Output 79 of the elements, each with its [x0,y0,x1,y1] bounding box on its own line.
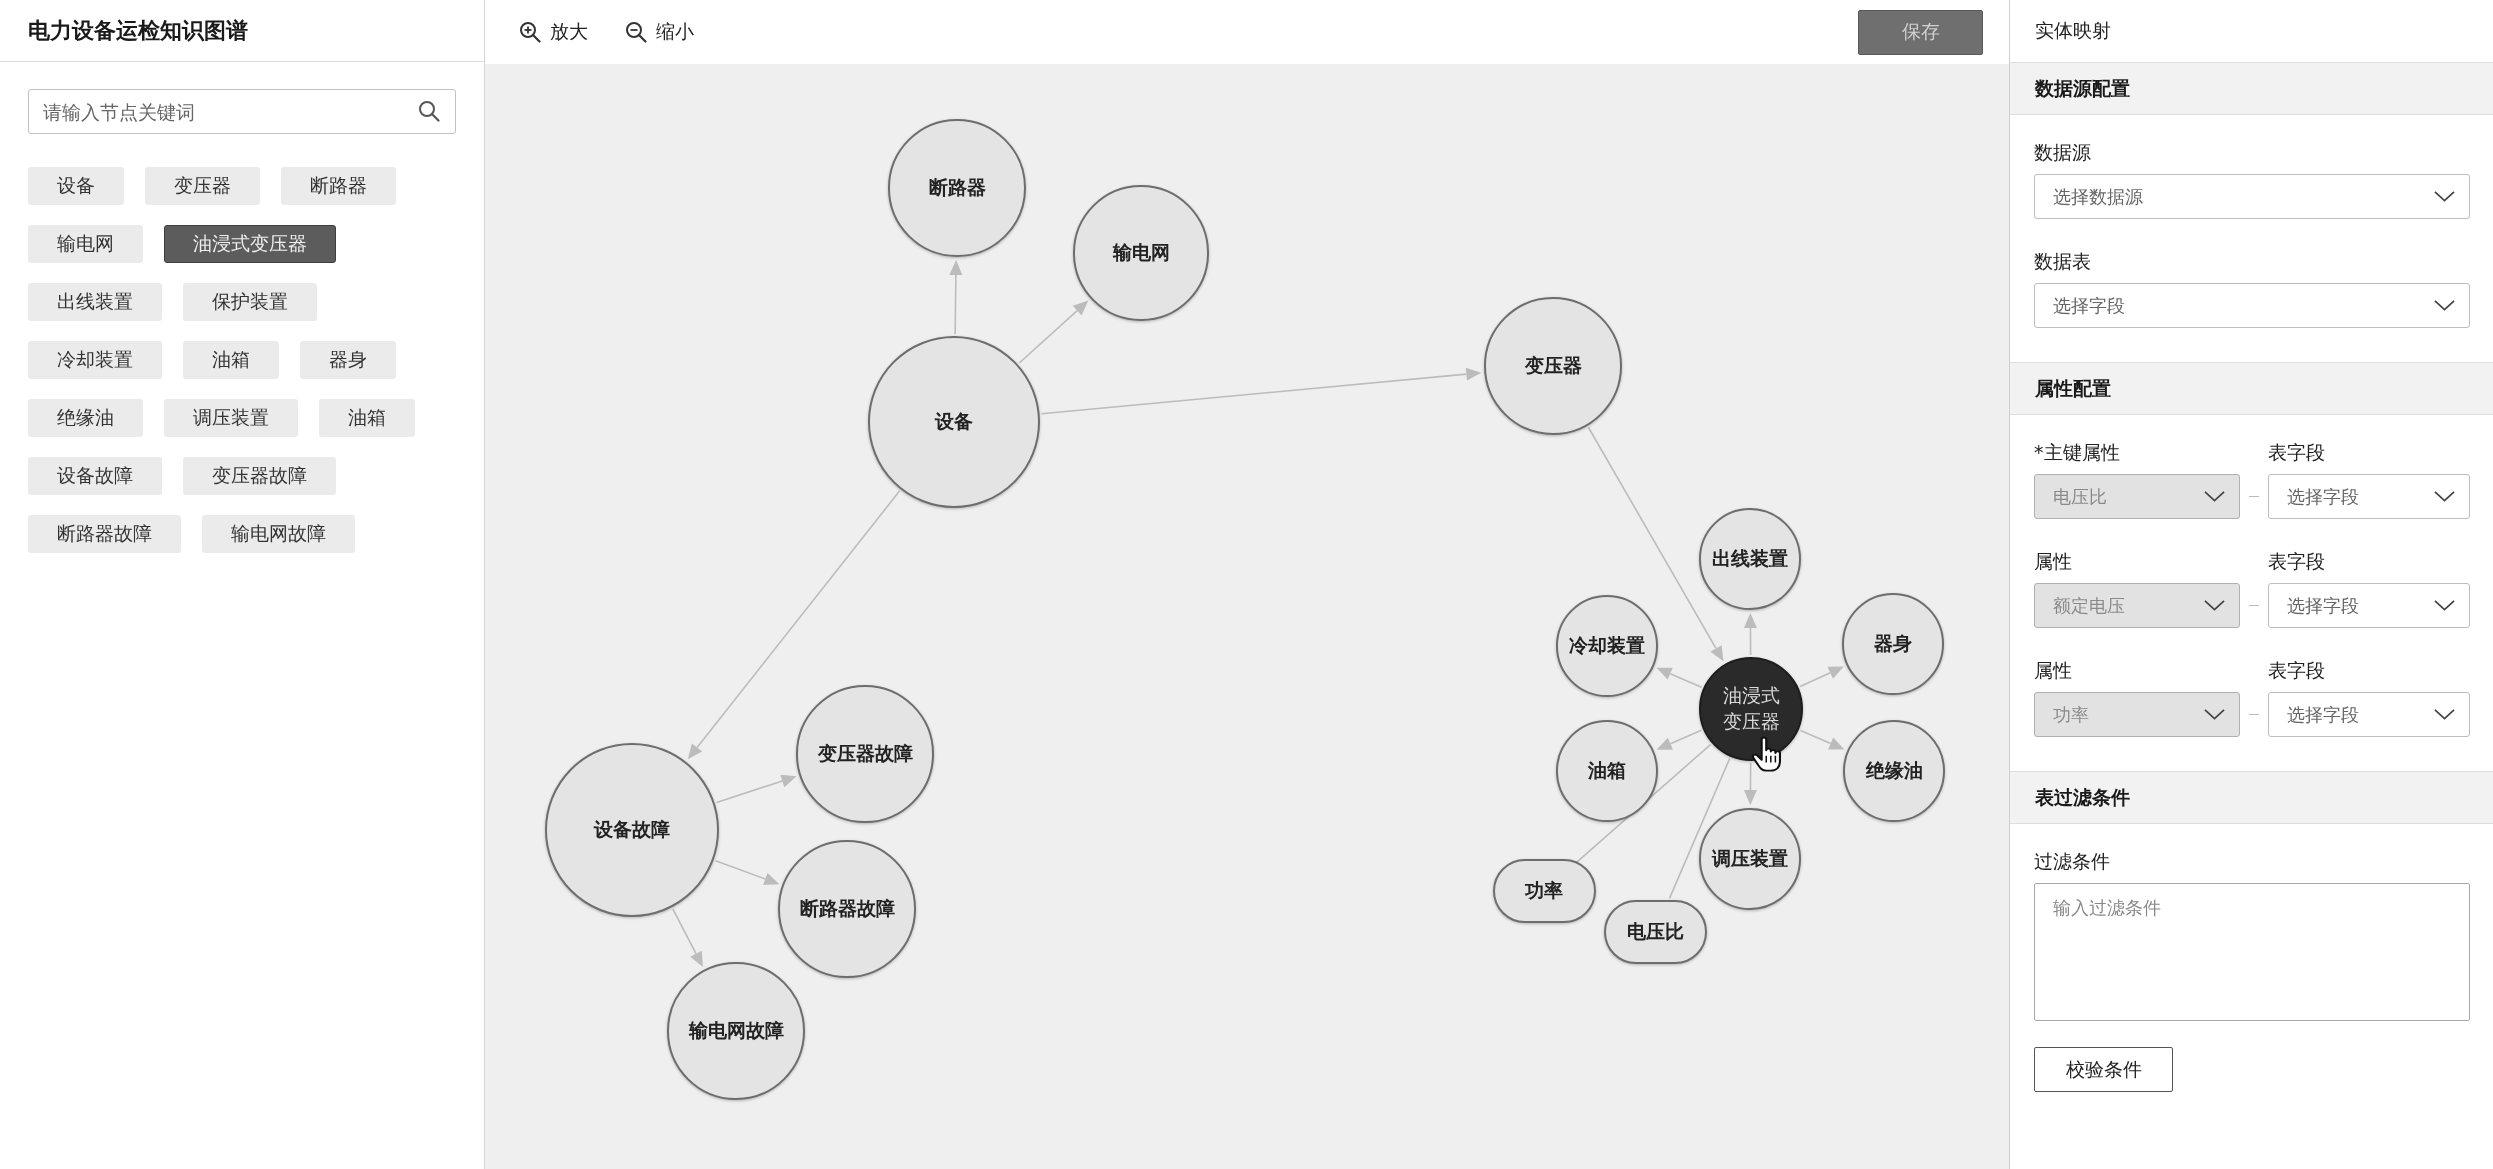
keyword-tag[interactable]: 变压器 [145,167,260,205]
edge-arrow [1656,667,1703,689]
edge-arrow [1799,666,1844,688]
panel-title: 实体映射 [2035,18,2111,43]
dropdown-field[interactable]: 选择字段 [2268,474,2470,519]
keyword-tag[interactable]: 油箱 [319,399,415,437]
dropdown-field[interactable]: 选择字段 [2268,583,2470,628]
graph-node[interactable]: 出线装置 [1699,508,1801,610]
keyword-tag[interactable]: 出线装置 [28,283,162,321]
graph-node[interactable]: 油浸式变压器 [1699,657,1803,761]
chevron-down-icon [2204,491,2225,502]
chevron-down-icon [2204,600,2225,611]
graph-node[interactable]: 输电网故障 [667,962,805,1100]
graph-node[interactable]: 设备 [868,336,1040,508]
graph-node[interactable]: 调压装置 [1699,808,1801,910]
dropdown-field[interactable]: 选择数据源 [2034,174,2470,219]
hand-pointer-icon [1751,736,1783,772]
keyword-tag[interactable]: 变压器故障 [183,457,336,495]
graph-node[interactable]: 绝缘油 [1843,720,1945,822]
keyword-tag[interactable]: 设备故障 [28,457,162,495]
edge-arrow [1018,300,1089,364]
validate-button[interactable]: 校验条件 [2034,1047,2173,1092]
edge-arrow [1799,729,1845,750]
field-label: 表字段 [2268,658,2326,682]
graph-node[interactable]: 变压器 [1484,297,1622,435]
keyword-tag[interactable]: 绝缘油 [28,399,143,437]
edge-arrow [714,859,780,886]
keyword-tag[interactable]: 设备 [28,167,124,205]
edge-arrow [672,908,703,968]
zoom-out-icon [626,21,647,43]
edge-arrow [1743,613,1757,656]
graph-node[interactable]: 变压器故障 [796,685,934,823]
dropdown-field[interactable]: 选择字段 [2034,283,2470,328]
keyword-tag[interactable]: 冷却装置 [28,341,162,379]
app-title: 电力设备运检知识图谱 [28,16,248,45]
edge-arrow [1743,762,1757,805]
filter-textarea[interactable]: 输入过滤条件 [2034,883,2470,1021]
field-label: 表字段 [2268,549,2326,573]
chevron-down-icon [2434,191,2455,202]
keyword-tag[interactable]: 油箱 [183,341,279,379]
keyword-tag[interactable]: 调压装置 [164,399,298,437]
search-field[interactable]: 请输入节点关键词 [28,89,456,134]
keyword-tag[interactable]: 断路器 [281,167,396,205]
field-label: 数据源 [2034,140,2092,164]
chevron-down-icon [2434,709,2455,720]
zoom-in-button[interactable]: 放大 [520,19,588,45]
search-icon [419,101,440,122]
field-label: 过滤条件 [2034,849,2111,873]
graph-node[interactable]: 断路器 [888,119,1026,257]
graph-node[interactable]: 油箱 [1556,720,1658,822]
keyword-tag[interactable]: 断路器故障 [28,515,181,553]
field-label: 属性 [2034,549,2073,573]
zoom-out-button[interactable]: 缩小 [626,19,694,45]
edge-arrow [1656,729,1703,750]
chevron-down-icon [2434,300,2455,311]
graph-node[interactable]: 器身 [1842,593,1944,695]
field-label: 数据表 [2034,249,2092,273]
keyword-tag[interactable]: 器身 [300,341,396,379]
attribute-node[interactable]: 功率 [1492,859,1596,923]
section-header: 属性配置 [2010,362,2493,415]
chevron-down-icon [2204,709,2225,720]
field-label: 属性 [2034,658,2073,682]
graph-node[interactable]: 断路器故障 [778,840,916,978]
zoom-in-icon [520,21,541,43]
chevron-down-icon [2434,491,2455,502]
section-header: 表过滤条件 [2010,771,2493,824]
section-header: 数据源配置 [2010,62,2493,115]
attribute-node[interactable]: 电压比 [1603,900,1707,964]
field-label: *主键属性 [2034,440,2121,464]
dropdown-field[interactable]: 选择字段 [2268,692,2470,737]
graph-node[interactable]: 设备故障 [545,743,719,917]
chevron-down-icon [2434,600,2455,611]
keyword-tag[interactable]: 输电网故障 [202,515,355,553]
keyword-tag[interactable]: 保护装置 [183,283,317,321]
graph-node[interactable]: 输电网 [1073,185,1209,321]
keyword-tag[interactable]: 油浸式变压器 [164,225,336,263]
keyword-tag[interactable]: 输电网 [28,225,143,263]
graph-node[interactable]: 冷却装置 [1556,595,1658,697]
field-label: 表字段 [2268,440,2326,464]
